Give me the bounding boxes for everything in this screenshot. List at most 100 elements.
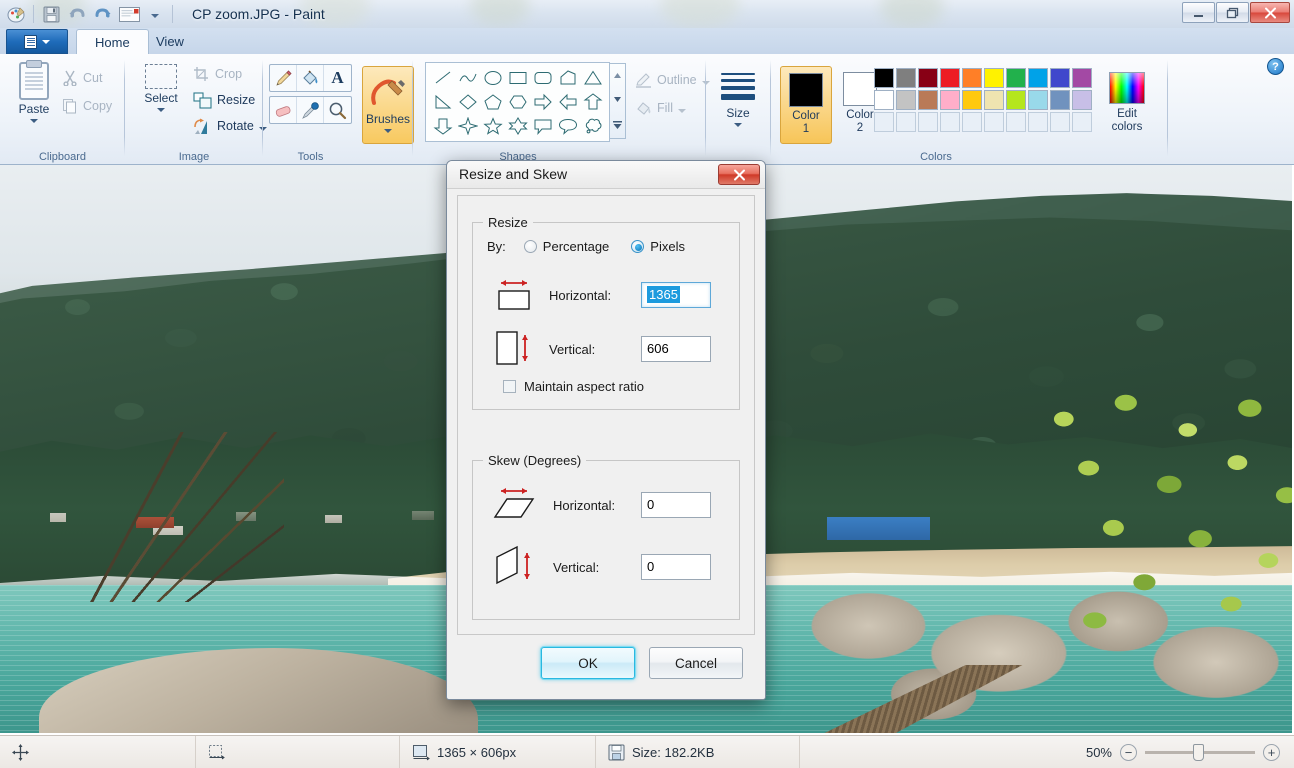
close-button[interactable] xyxy=(1250,2,1290,23)
percentage-radio[interactable] xyxy=(523,240,537,253)
fill-with-color-tool-icon[interactable] xyxy=(297,65,324,91)
shape-diamond[interactable] xyxy=(455,90,480,114)
eraser-tool-icon[interactable] xyxy=(270,97,297,123)
palette-swatch-r2-c9[interactable] xyxy=(1050,90,1070,110)
resize-vertical-input[interactable]: 606 xyxy=(641,336,711,362)
resize-and-skew-dialog[interactable]: Resize and Skew Resize By: Percentage Pi xyxy=(446,160,766,700)
palette-custom-slot-r3-c8[interactable] xyxy=(1028,112,1048,132)
shape-right-arrow[interactable] xyxy=(530,90,555,114)
window-controls[interactable] xyxy=(1182,2,1290,23)
tools-row-1[interactable]: A xyxy=(269,64,352,92)
shape-down-arrow[interactable] xyxy=(430,114,455,138)
palette-swatch-r2-c8[interactable] xyxy=(1028,90,1048,110)
palette-swatch-r2-c3[interactable] xyxy=(918,90,938,110)
shape-five-point-star[interactable] xyxy=(480,114,505,138)
save-icon[interactable] xyxy=(39,3,63,25)
palette-swatch-r2-c10[interactable] xyxy=(1072,90,1092,110)
palette-swatch-r1-c5[interactable] xyxy=(962,68,982,88)
shape-oval[interactable] xyxy=(480,66,505,90)
magnifier-tool-icon[interactable] xyxy=(324,97,351,123)
resize-horizontal-input[interactable]: 1365 xyxy=(641,282,711,308)
palette-swatch-r1-c8[interactable] xyxy=(1028,68,1048,88)
shapes-gallery[interactable] xyxy=(425,62,610,142)
tab-view[interactable]: View xyxy=(138,29,202,54)
brushes-dropdown-icon[interactable] xyxy=(384,129,392,133)
resize-button[interactable]: Resize xyxy=(193,88,255,112)
select-button[interactable]: Select xyxy=(133,64,189,112)
palette-swatch-r2-c2[interactable] xyxy=(896,90,916,110)
shape-up-arrow[interactable] xyxy=(580,90,605,114)
restore-button[interactable] xyxy=(1216,2,1249,23)
pixels-radio[interactable] xyxy=(631,240,645,253)
shape-right-triangle[interactable] xyxy=(430,90,455,114)
paste-dropdown-icon[interactable] xyxy=(30,119,38,123)
dialog-close-button[interactable] xyxy=(718,164,760,185)
palette-custom-slot-r3-c6[interactable] xyxy=(984,112,1004,132)
shape-rectangular-callout[interactable] xyxy=(530,114,555,138)
zoom-in-button[interactable]: + xyxy=(1263,743,1280,761)
edit-colors-button[interactable]: Edit colors xyxy=(1106,68,1148,146)
pencil-tool-icon[interactable] xyxy=(270,65,297,91)
palette-swatch-r1-c6[interactable] xyxy=(984,68,1004,88)
palette-custom-slot-r3-c5[interactable] xyxy=(962,112,982,132)
copy-button[interactable]: Copy xyxy=(62,94,112,118)
cut-button[interactable]: Cut xyxy=(62,66,102,90)
size-button[interactable]: Size xyxy=(712,68,764,127)
palette-swatch-r1-c10[interactable] xyxy=(1072,68,1092,88)
color-picker-tool-icon[interactable] xyxy=(297,97,324,123)
shape-line[interactable] xyxy=(430,66,455,90)
palette-swatch-r2-c6[interactable] xyxy=(984,90,1004,110)
shape-rounded-callout[interactable] xyxy=(555,114,580,138)
palette-custom-slot-r3-c1[interactable] xyxy=(874,112,894,132)
crop-button[interactable]: Crop xyxy=(193,62,242,86)
email-icon[interactable] xyxy=(117,3,141,25)
fill-button[interactable]: Fill xyxy=(635,96,686,120)
quick-access-toolbar[interactable] xyxy=(4,3,176,25)
redo-icon[interactable] xyxy=(91,3,115,25)
shape-rounded-rectangle[interactable] xyxy=(530,66,555,90)
fill-dropdown-icon[interactable] xyxy=(677,109,686,113)
shape-polygon[interactable] xyxy=(555,66,580,90)
palette-swatch-r1-c9[interactable] xyxy=(1050,68,1070,88)
zoom-slider-track[interactable] xyxy=(1145,743,1255,761)
maintain-aspect-ratio-row[interactable]: Maintain aspect ratio xyxy=(503,379,644,394)
size-dropdown-icon[interactable] xyxy=(734,123,742,127)
shape-four-point-star[interactable] xyxy=(455,114,480,138)
shape-pentagon[interactable] xyxy=(480,90,505,114)
text-tool-icon[interactable]: A xyxy=(324,65,351,91)
select-dropdown-icon[interactable] xyxy=(157,108,165,112)
shape-rectangle[interactable] xyxy=(505,66,530,90)
minimize-button[interactable] xyxy=(1182,2,1215,23)
shapes-scroll-controls[interactable] xyxy=(609,63,626,139)
palette-custom-slot-r3-c9[interactable] xyxy=(1050,112,1070,132)
palette-custom-slot-r3-c7[interactable] xyxy=(1006,112,1026,132)
zoom-slider-thumb[interactable] xyxy=(1193,743,1204,761)
color-1-button[interactable]: Color 1 xyxy=(780,66,832,144)
paste-button[interactable]: Paste xyxy=(10,62,58,123)
shape-hexagon[interactable] xyxy=(505,90,530,114)
palette-custom-slot-r3-c3[interactable] xyxy=(918,112,938,132)
zoom-out-button[interactable]: − xyxy=(1120,743,1137,761)
pixels-radio-option[interactable]: Pixels xyxy=(631,239,685,254)
palette-custom-slot-r3-c10[interactable] xyxy=(1072,112,1092,132)
palette-swatch-r2-c4[interactable] xyxy=(940,90,960,110)
customize-qat-dropdown-icon[interactable] xyxy=(143,3,167,25)
tools-row-2[interactable] xyxy=(269,96,352,124)
shape-left-arrow[interactable] xyxy=(555,90,580,114)
maintain-aspect-ratio-checkbox[interactable] xyxy=(503,380,516,393)
undo-icon[interactable] xyxy=(65,3,89,25)
palette-swatch-r1-c7[interactable] xyxy=(1006,68,1026,88)
ok-button[interactable]: OK xyxy=(541,647,635,679)
palette-swatch-r2-c5[interactable] xyxy=(962,90,982,110)
color-palette[interactable] xyxy=(874,68,1093,133)
palette-custom-slot-r3-c4[interactable] xyxy=(940,112,960,132)
palette-swatch-r1-c3[interactable] xyxy=(918,68,938,88)
file-menu-button[interactable] xyxy=(6,29,68,54)
palette-swatch-r1-c1[interactable] xyxy=(874,68,894,88)
palette-custom-slot-r3-c2[interactable] xyxy=(896,112,916,132)
cancel-button[interactable]: Cancel xyxy=(649,647,743,679)
outline-button[interactable]: Outline xyxy=(635,68,710,92)
brushes-button[interactable]: Brushes xyxy=(362,66,414,144)
palette-swatch-r2-c1[interactable] xyxy=(874,90,894,110)
shape-cloud-callout[interactable] xyxy=(580,114,605,138)
